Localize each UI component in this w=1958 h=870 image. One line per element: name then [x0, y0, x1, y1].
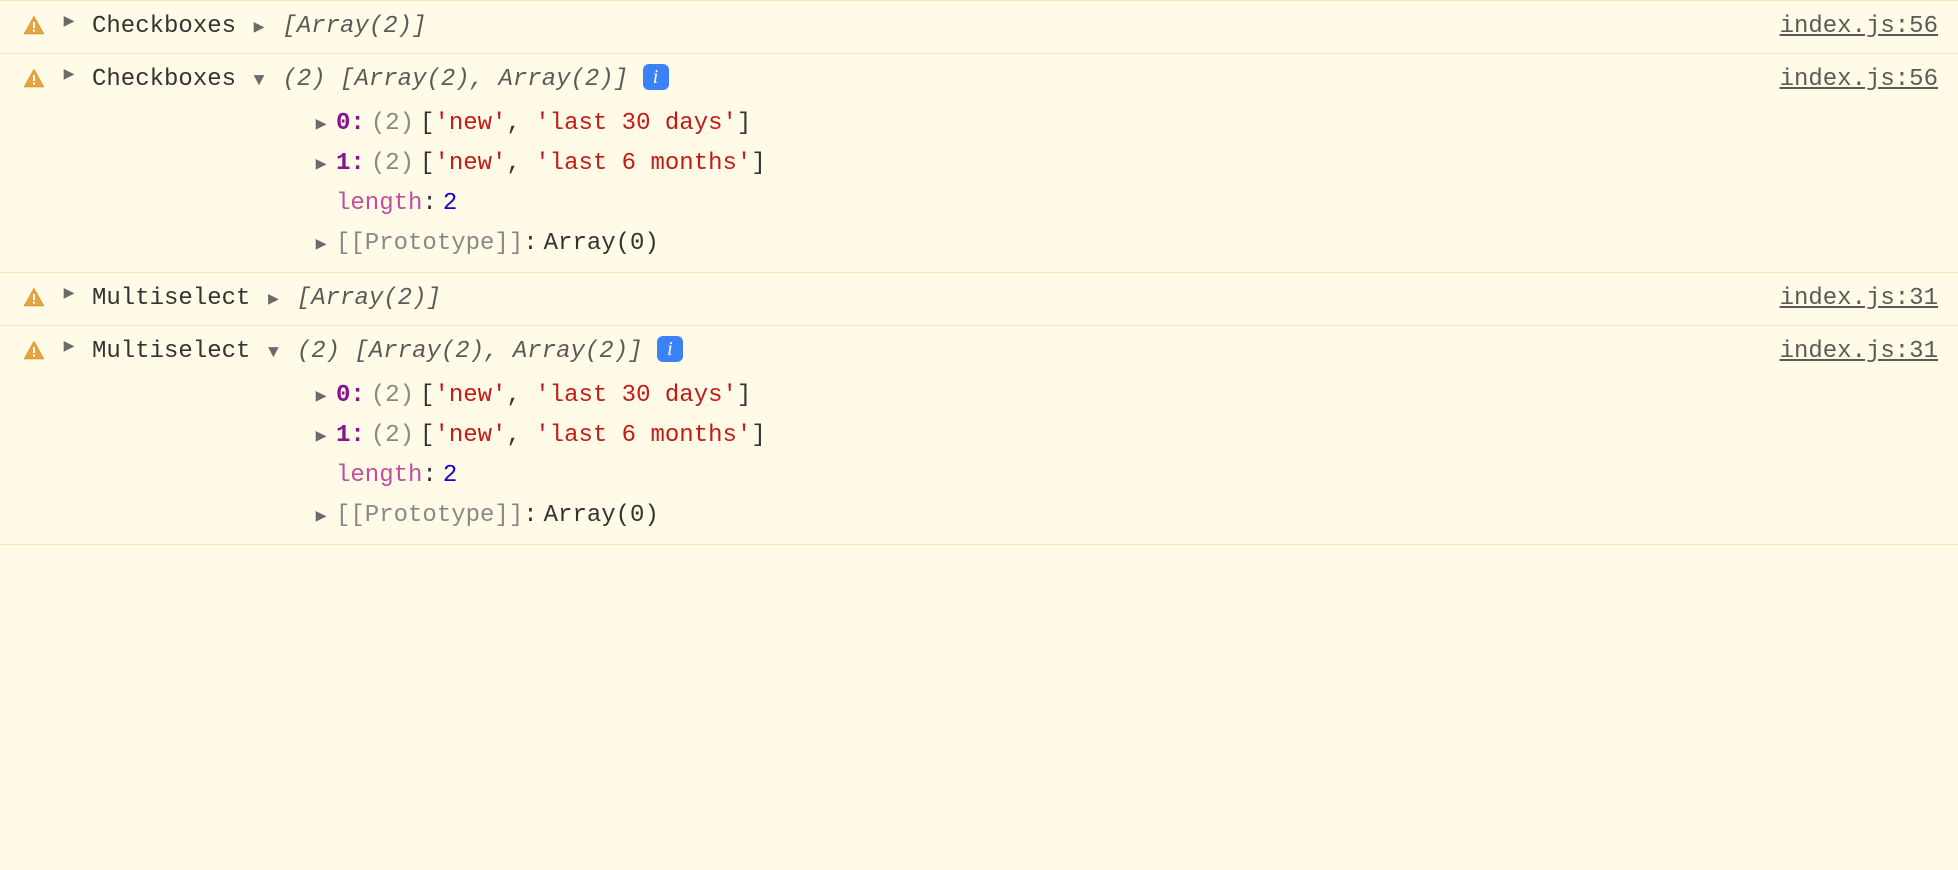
expand-toggle-icon[interactable]: ▶	[312, 384, 330, 411]
array-prototype[interactable]: ▶ [[Prototype]]: Array(0)	[312, 224, 1938, 264]
array-preview[interactable]: [Array(2)]	[297, 285, 441, 312]
info-icon[interactable]: i	[657, 336, 683, 362]
warning-icon	[22, 286, 46, 310]
expand-toggle-icon[interactable]: ▶	[312, 112, 330, 139]
warning-icon	[22, 14, 46, 38]
source-link[interactable]: index.js:56	[1780, 62, 1938, 98]
expand-toggle-icon[interactable]: ▶	[312, 504, 330, 531]
array-preview[interactable]: [Array(2)]	[282, 13, 426, 40]
expand-toggle-icon[interactable]: ▶	[250, 15, 268, 42]
log-label: Checkboxes	[92, 9, 236, 45]
log-label: Multiselect	[92, 281, 250, 317]
info-icon[interactable]: i	[643, 64, 669, 90]
array-length: ▶ length: 2	[312, 456, 1938, 496]
warning-icon	[22, 339, 46, 363]
expand-toggle-icon[interactable]: ▶	[60, 62, 78, 89]
source-link[interactable]: index.js:56	[1780, 9, 1938, 45]
expanded-array: ▶ 0: (2) ['new', 'last 30 days'] ▶ 1: (2…	[312, 376, 1938, 536]
array-prototype[interactable]: ▶ [[Prototype]]: Array(0)	[312, 496, 1938, 536]
array-item[interactable]: ▶ 0: (2) ['new', 'last 30 days']	[312, 104, 1938, 144]
expand-toggle-icon[interactable]: ▶	[60, 281, 78, 308]
array-preview[interactable]: (2) [Array(2), Array(2)]	[297, 338, 643, 365]
expand-toggle-icon[interactable]: ▶	[312, 424, 330, 451]
console-warning-entry: ▶ Multiselect ▼ (2) [Array(2), Array(2)]…	[0, 326, 1958, 545]
expand-toggle-icon[interactable]: ▶	[312, 152, 330, 179]
console-warning-entry: ▶ Checkboxes ▶ [Array(2)] index.js:56	[0, 0, 1958, 54]
expand-toggle-icon[interactable]: ▶	[60, 334, 78, 361]
expanded-array: ▶ 0: (2) ['new', 'last 30 days'] ▶ 1: (2…	[312, 104, 1938, 264]
console-warning-entry: ▶ Multiselect ▶ [Array(2)] index.js:31	[0, 273, 1958, 326]
warning-icon	[22, 67, 46, 91]
collapse-toggle-icon[interactable]: ▼	[264, 340, 282, 367]
expand-toggle-icon[interactable]: ▶	[264, 287, 282, 314]
source-link[interactable]: index.js:31	[1780, 334, 1938, 370]
expand-toggle-icon[interactable]: ▶	[312, 232, 330, 259]
array-item[interactable]: ▶ 1: (2) ['new', 'last 6 months']	[312, 144, 1938, 184]
array-item[interactable]: ▶ 1: (2) ['new', 'last 6 months']	[312, 416, 1938, 456]
log-label: Checkboxes	[92, 62, 236, 98]
array-item[interactable]: ▶ 0: (2) ['new', 'last 30 days']	[312, 376, 1938, 416]
console-warning-entry: ▶ Checkboxes ▼ (2) [Array(2), Array(2)] …	[0, 54, 1958, 273]
collapse-toggle-icon[interactable]: ▼	[250, 68, 268, 95]
array-length: ▶ length: 2	[312, 184, 1938, 224]
expand-toggle-icon[interactable]: ▶	[60, 9, 78, 36]
array-preview[interactable]: (2) [Array(2), Array(2)]	[282, 66, 628, 93]
source-link[interactable]: index.js:31	[1780, 281, 1938, 317]
log-label: Multiselect	[92, 334, 250, 370]
